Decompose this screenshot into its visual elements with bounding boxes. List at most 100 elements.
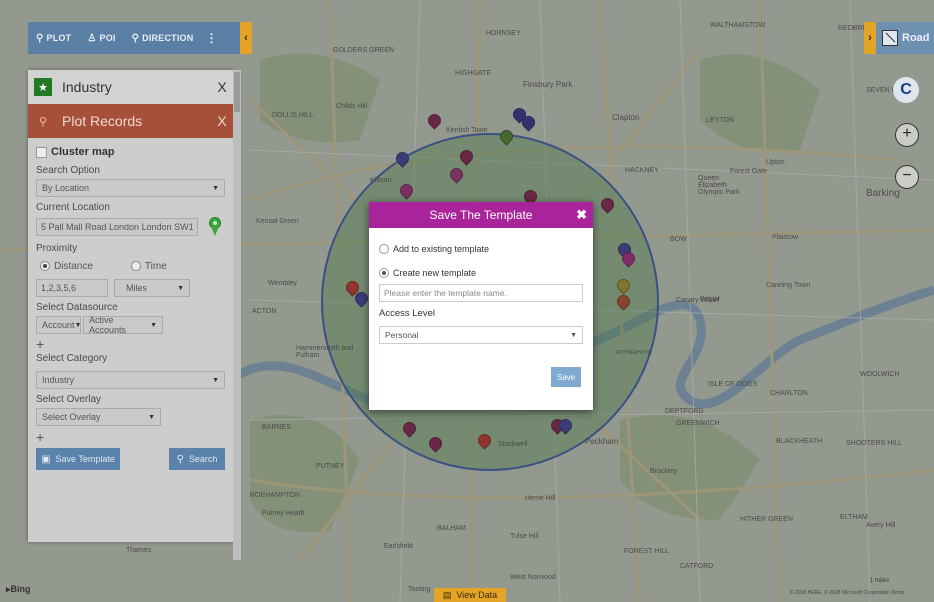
compass-icon[interactable]: C: [893, 77, 919, 103]
direction-tab[interactable]: ⚲ DIRECTION: [124, 33, 202, 44]
industry-title: Industry: [62, 79, 112, 95]
select-datasource-label: Select Datasource: [36, 302, 118, 313]
access-level-label: Access Level: [379, 308, 435, 319]
units-value: Miles: [126, 283, 148, 293]
distance-input[interactable]: 1,2,3,5,6: [36, 279, 108, 297]
search-button[interactable]: ⚲ Search: [169, 448, 225, 470]
caret-down-icon: ▼: [150, 321, 157, 329]
add-overlay-button[interactable]: +: [36, 430, 225, 444]
datasource-view-select[interactable]: Active Accounts ▼: [83, 315, 163, 335]
access-level-value: Personal: [385, 330, 419, 340]
map-scale: 1 miles: [870, 578, 890, 584]
template-name-placeholder: Please enter the template name.: [384, 288, 507, 298]
datasource-view-value: Active Accounts: [89, 315, 127, 335]
panel-scrollbar[interactable]: [233, 70, 241, 560]
units-select[interactable]: Miles ▼: [114, 279, 190, 297]
map-style-toggle[interactable]: › Road: [864, 22, 934, 54]
template-name-input[interactable]: Please enter the template name.: [379, 284, 583, 302]
category-value: Industry: [42, 375, 75, 385]
view-data-label: View Data: [456, 590, 498, 600]
save-button[interactable]: Save: [551, 367, 581, 387]
view-data-button[interactable]: ▤ View Data: [434, 588, 506, 602]
save-template-label: Save Template: [55, 454, 115, 464]
save-template-dialog: Save The Template ✖ Add to existing temp…: [369, 202, 593, 410]
dialog-header: Save The Template ✖: [369, 202, 593, 228]
zoom-in-button[interactable]: +: [895, 123, 919, 147]
distance-value: 1,2,3,5,6: [41, 283, 77, 293]
caret-down-icon: ▼: [212, 184, 219, 192]
locate-me-icon[interactable]: [208, 216, 222, 238]
plot-records-title: Plot Records: [62, 113, 143, 129]
route-icon: ⚲: [131, 32, 140, 44]
table-icon: ▤: [442, 589, 452, 600]
close-plot-records-button[interactable]: X: [211, 113, 233, 129]
category-select[interactable]: Industry ▼: [36, 371, 225, 389]
save-disk-icon: ▣: [41, 453, 51, 465]
plot-records-form: Cluster map Search Option By Location ▼ …: [28, 138, 233, 470]
distance-radio-label: Distance: [54, 260, 93, 272]
select-overlay-label: Select Overlay: [36, 394, 102, 405]
caret-down-icon: ▼: [74, 321, 82, 329]
current-location-label: Current Location: [36, 202, 110, 213]
poi-tab[interactable]: ♙ POI: [79, 33, 123, 44]
map-style-label: Road: [902, 32, 930, 44]
dialog-title: Save The Template: [429, 208, 533, 222]
select-category-label: Select Category: [36, 353, 108, 364]
search-option-label: Search Option: [36, 165, 100, 176]
road-map-icon: [882, 30, 898, 46]
add-datasource-button[interactable]: +: [36, 337, 225, 351]
overlay-select[interactable]: Select Overlay ▼: [36, 408, 161, 426]
current-location-row: 5 Pall Mall Road London London SW1Y: [36, 216, 225, 238]
top-toolbar: ⚲ PLOT ♙ POI ⚲ DIRECTION ⋮: [28, 22, 240, 54]
location-pin-icon: ⚲: [36, 32, 44, 44]
search-icon: ⚲: [176, 453, 184, 465]
current-location-value: 5 Pall Mall Road London London SW1Y: [41, 222, 193, 232]
scrollbar-thumb[interactable]: [234, 72, 240, 112]
cluster-map-label: Cluster map: [51, 146, 115, 158]
radio-dot[interactable]: [379, 268, 389, 278]
checkbox-box[interactable]: [36, 146, 47, 158]
create-new-label: Create new template: [393, 268, 477, 278]
close-icon[interactable]: ✖: [576, 207, 587, 223]
create-new-radio[interactable]: Create new template: [379, 266, 583, 280]
collapse-panel-button[interactable]: ‹: [240, 22, 252, 54]
distance-radio[interactable]: Distance: [40, 261, 93, 272]
plot-tab[interactable]: ⚲ PLOT: [28, 33, 79, 44]
add-existing-radio[interactable]: Add to existing template: [379, 242, 583, 256]
current-location-input[interactable]: 5 Pall Mall Road London London SW1Y: [36, 218, 198, 236]
access-level-select[interactable]: Personal ▼: [379, 326, 583, 344]
more-options-icon[interactable]: ⋮: [201, 31, 221, 45]
time-radio[interactable]: Time: [130, 260, 167, 272]
add-existing-label: Add to existing template: [393, 244, 490, 254]
expand-map-style-icon[interactable]: ›: [864, 22, 876, 54]
datasource-row: Account ▼ Active Accounts ▼: [36, 315, 225, 335]
bing-logo-text: Bing: [10, 584, 31, 594]
datasource-entity-select[interactable]: Account ▼: [36, 316, 81, 334]
proximity-label: Proximity: [36, 243, 78, 254]
datasource-entity-value: Account: [42, 320, 75, 330]
poi-tab-label: POI: [99, 33, 116, 43]
time-radio-label: Time: [144, 260, 167, 272]
caret-down-icon: ▼: [148, 413, 155, 421]
plot-records-header[interactable]: ⚲ Plot Records X: [28, 104, 233, 138]
caret-down-icon: ▼: [570, 331, 577, 339]
location-pin-icon: ⚲: [38, 115, 48, 128]
industry-header[interactable]: ★ Industry X: [28, 70, 233, 104]
direction-tab-label: DIRECTION: [142, 33, 194, 43]
zoom-out-button[interactable]: −: [895, 165, 919, 189]
plot-tab-label: PLOT: [46, 33, 72, 43]
caret-down-icon: ▼: [212, 376, 219, 384]
save-template-button[interactable]: ▣ Save Template: [36, 448, 120, 470]
radio-dot[interactable]: [379, 244, 389, 254]
search-option-select[interactable]: By Location ▼: [36, 179, 225, 197]
close-industry-button[interactable]: X: [211, 79, 233, 95]
radio-dot[interactable]: [40, 261, 50, 271]
search-label: Search: [188, 454, 218, 464]
search-option-value: By Location: [42, 183, 90, 193]
cluster-map-checkbox[interactable]: Cluster map: [36, 144, 225, 160]
bing-logo: ▸Bing: [6, 584, 31, 595]
person-icon: ♙: [87, 32, 97, 44]
radio-dot[interactable]: [130, 261, 141, 271]
overlay-value: Select Overlay: [42, 412, 101, 422]
panel-actions: ▣ Save Template ⚲ Search: [36, 448, 225, 470]
